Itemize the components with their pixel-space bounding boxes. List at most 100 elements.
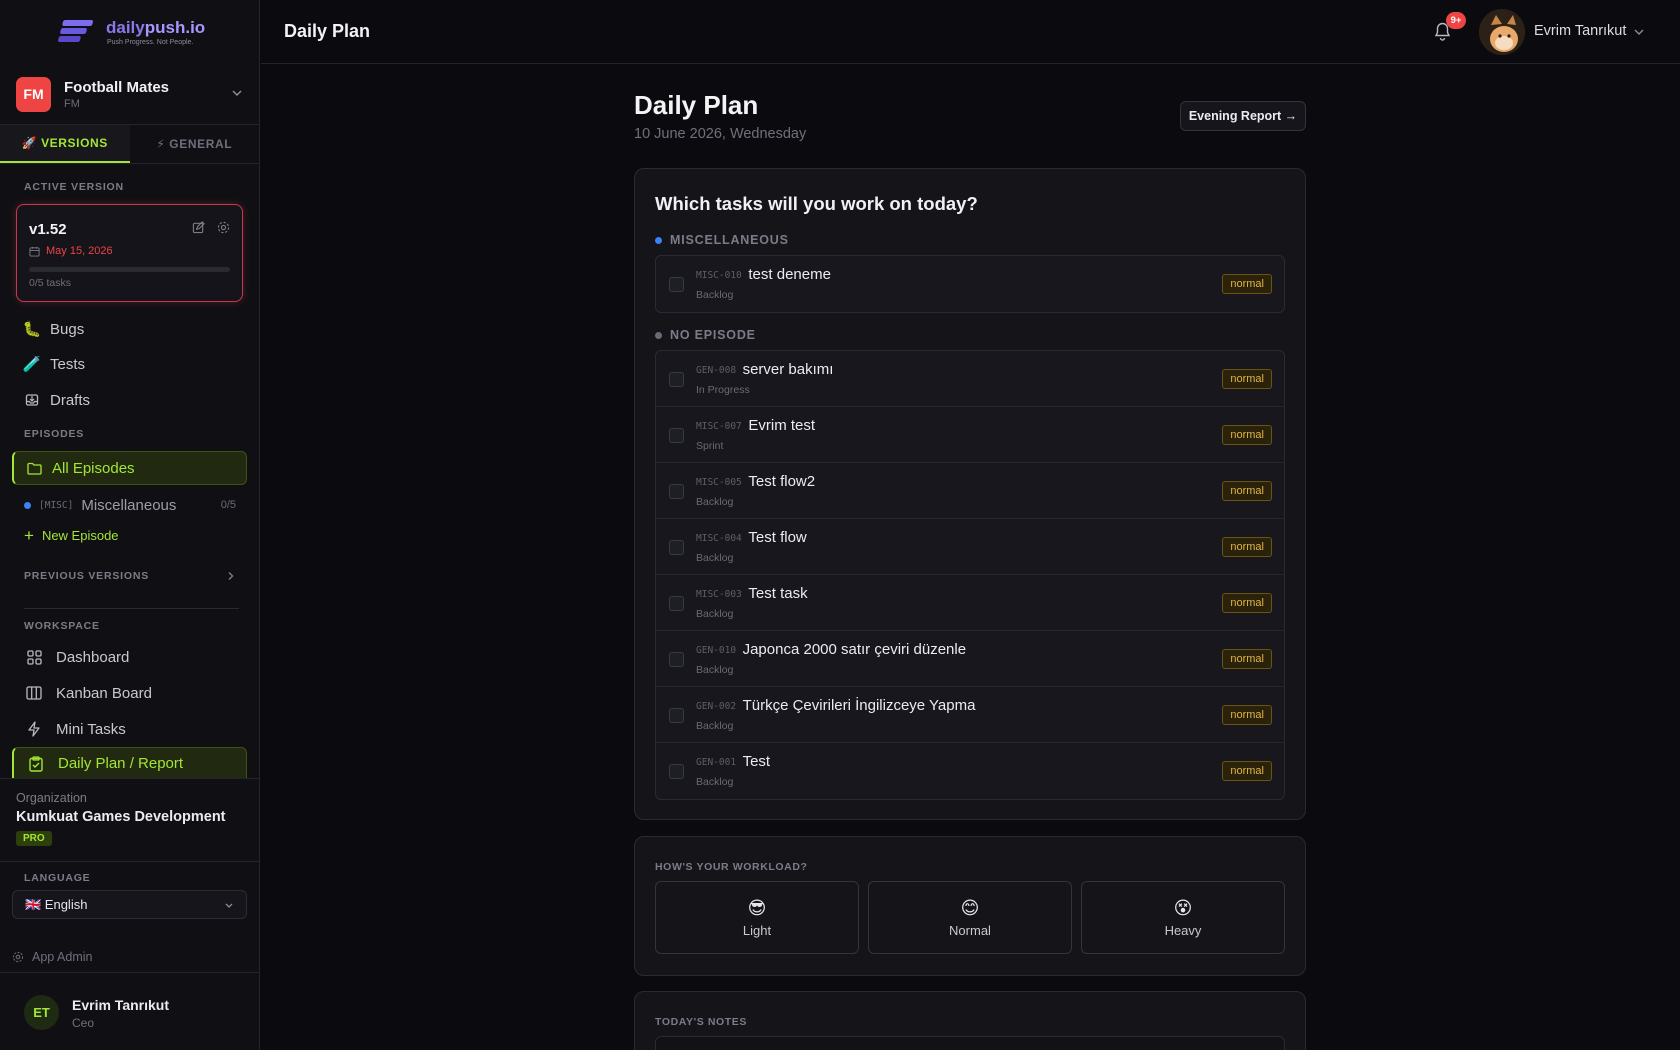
nav-drafts[interactable]: Drafts bbox=[12, 383, 247, 417]
tab-versions[interactable]: 🚀 VERSIONS bbox=[0, 125, 130, 163]
workload-option-light[interactable]: 😎 Light bbox=[655, 881, 859, 954]
settings-icon[interactable] bbox=[217, 221, 230, 234]
project-name: Football Mates bbox=[64, 78, 170, 96]
episode-code: [MISC] bbox=[39, 499, 74, 511]
logo-icon bbox=[58, 20, 93, 42]
brand-name: dailypush.io bbox=[106, 17, 206, 37]
workload-card: HOW'S YOUR WORKLOAD? 😎 Light 😊 Normal 😵 … bbox=[634, 836, 1306, 976]
task-code: MISC-003 bbox=[696, 589, 742, 600]
bug-icon: 🐛 bbox=[22, 321, 42, 338]
language-select[interactable]: 🇬🇧 English bbox=[12, 890, 247, 919]
task-code: GEN-001 bbox=[696, 757, 737, 768]
priority-badge: normal bbox=[1222, 705, 1272, 725]
smiling-face-icon: 😊 bbox=[960, 897, 980, 918]
task-code: GEN-002 bbox=[696, 701, 737, 712]
edit-icon[interactable] bbox=[192, 221, 205, 234]
user-role: Ceo bbox=[72, 1016, 95, 1030]
episode-count: 0/5 bbox=[220, 499, 236, 511]
task-status: Backlog bbox=[696, 289, 734, 301]
nav-all-episodes[interactable]: All Episodes bbox=[12, 451, 247, 485]
nav-tests[interactable]: 🧪 Tests bbox=[12, 347, 247, 381]
priority-badge: normal bbox=[1222, 481, 1272, 501]
priority-badge: normal bbox=[1222, 593, 1272, 613]
workload-option-normal[interactable]: 😊 Normal bbox=[868, 881, 1072, 954]
task-selection-card: Which tasks will you work on today? MISC… bbox=[634, 168, 1306, 820]
project-switcher[interactable]: FM Football Mates FM bbox=[16, 76, 244, 112]
gear-icon bbox=[12, 951, 24, 963]
task-checkbox[interactable] bbox=[669, 652, 684, 667]
priority-badge: normal bbox=[1222, 537, 1272, 557]
logo[interactable]: dailypush.io Push Progress. Not People. bbox=[58, 14, 205, 50]
task-checkbox[interactable] bbox=[669, 277, 684, 292]
nav-dashboard[interactable]: Dashboard bbox=[12, 640, 247, 674]
task-row[interactable]: GEN-002 Türkçe Çevirileri İngilizceye Yap… bbox=[656, 687, 1284, 743]
task-checkbox[interactable] bbox=[669, 372, 684, 387]
org-label: Organization bbox=[16, 791, 87, 805]
user-profile[interactable]: ET Evrim Tanrıkut Ceo bbox=[0, 972, 259, 1050]
task-status: Sprint bbox=[696, 440, 724, 452]
task-status: Backlog bbox=[696, 608, 734, 620]
topbar-user-name[interactable]: Evrim Tanrıkut bbox=[1534, 23, 1626, 39]
nav-bugs[interactable]: 🐛 Bugs bbox=[12, 312, 247, 346]
task-status: Backlog bbox=[696, 776, 734, 788]
task-list: MISC-010 test deneme Backlog normal bbox=[655, 255, 1285, 313]
project-code: FM bbox=[64, 97, 80, 110]
task-code: MISC-005 bbox=[696, 477, 742, 488]
task-checkbox[interactable] bbox=[669, 596, 684, 611]
evening-report-button[interactable]: Evening Report → bbox=[1180, 101, 1306, 131]
task-code: GEN-010 bbox=[696, 645, 737, 656]
task-row[interactable]: MISC-004 Test flow Backlog normal bbox=[656, 519, 1284, 575]
group-color-dot bbox=[655, 331, 662, 339]
task-row[interactable]: MISC-007 Evrim test Sprint normal bbox=[656, 407, 1284, 463]
nav-kanban-board[interactable]: Kanban Board bbox=[12, 676, 247, 710]
version-progress-bar bbox=[29, 267, 230, 272]
app-admin-link[interactable]: App Admin bbox=[12, 950, 92, 964]
task-row[interactable]: GEN-010 Japonca 2000 satır çeviri düzenle… bbox=[656, 631, 1284, 687]
avatar[interactable] bbox=[1479, 9, 1525, 55]
task-row[interactable]: MISC-003 Test task Backlog normal bbox=[656, 575, 1284, 631]
episode-item[interactable]: [MISC] Miscellaneous 0/5 bbox=[24, 494, 236, 516]
chevron-down-icon bbox=[232, 90, 242, 97]
inbox-icon bbox=[24, 392, 40, 408]
dizzy-face-icon: 😵 bbox=[1173, 897, 1193, 918]
notes-card: TODAY'S NOTES bbox=[634, 991, 1306, 1050]
chevron-right-icon bbox=[228, 572, 234, 580]
priority-badge: normal bbox=[1222, 425, 1272, 445]
task-checkbox[interactable] bbox=[669, 484, 684, 499]
task-checkbox[interactable] bbox=[669, 708, 684, 723]
sidebar: dailypush.io Push Progress. Not People. … bbox=[0, 0, 260, 1050]
task-row[interactable]: MISC-005 Test flow2 Backlog normal bbox=[656, 463, 1284, 519]
avatar: ET bbox=[24, 995, 59, 1030]
new-episode-button[interactable]: + New Episode bbox=[24, 527, 119, 544]
notes-label: TODAY'S NOTES bbox=[655, 1016, 747, 1028]
task-status: Backlog bbox=[696, 664, 734, 676]
task-row[interactable]: MISC-010 test deneme Backlog normal bbox=[656, 256, 1284, 312]
nav-daily-plan-report[interactable]: Daily Plan / Report bbox=[12, 747, 247, 779]
task-status: In Progress bbox=[696, 384, 750, 396]
clipboard-check-icon bbox=[28, 755, 44, 772]
task-checkbox[interactable] bbox=[669, 764, 684, 779]
task-checkbox[interactable] bbox=[669, 428, 684, 443]
task-title: Türkçe Çevirileri İngilizceye Yapma bbox=[742, 697, 976, 714]
task-row[interactable]: GEN-008 server bakımı In Progress normal bbox=[656, 351, 1284, 407]
bolt-icon bbox=[26, 721, 42, 737]
task-row[interactable]: GEN-001 Test Backlog normal bbox=[656, 743, 1284, 799]
episode-color-dot bbox=[24, 501, 31, 509]
previous-versions-toggle[interactable]: PREVIOUS VERSIONS bbox=[24, 570, 236, 582]
notes-textarea[interactable] bbox=[655, 1036, 1285, 1050]
task-checkbox[interactable] bbox=[669, 540, 684, 555]
version-name: v1.52 bbox=[29, 221, 67, 238]
nav-mini-tasks[interactable]: Mini Tasks bbox=[12, 712, 247, 746]
task-status: Backlog bbox=[696, 496, 734, 508]
active-version-card[interactable]: v1.52 May 15, 2026 0/5 tasks bbox=[16, 204, 243, 302]
workload-option-heavy[interactable]: 😵 Heavy bbox=[1081, 881, 1285, 954]
group-label: MISCELLANEOUS bbox=[655, 233, 789, 247]
workload-label: HOW'S YOUR WORKLOAD? bbox=[655, 861, 808, 873]
calendar-icon bbox=[29, 246, 40, 257]
chevron-down-icon[interactable] bbox=[1633, 27, 1645, 37]
task-title: test deneme bbox=[748, 266, 831, 283]
tab-general[interactable]: ⚡ GENERAL bbox=[130, 125, 260, 163]
task-code: MISC-007 bbox=[696, 421, 742, 432]
task-status: Backlog bbox=[696, 552, 734, 564]
brand-tagline: Push Progress. Not People. bbox=[107, 38, 194, 46]
